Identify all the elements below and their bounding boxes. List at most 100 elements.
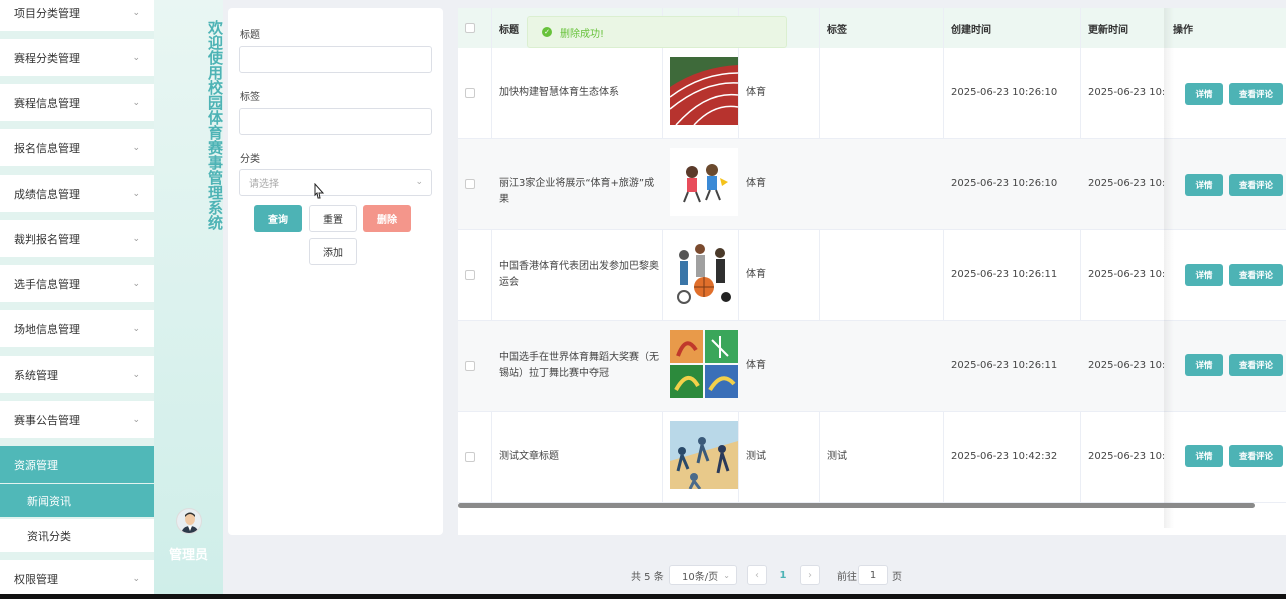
detail-button[interactable]: 详情 [1185,264,1223,286]
goto-page-input[interactable]: 1 [858,565,888,585]
view-comments-button[interactable]: 查看评论 [1229,354,1283,376]
row-checkbox[interactable] [465,88,475,98]
goto-label: 前往 [837,571,857,583]
table-row: 测试文章标题 测试 测试 2025-06-23 10:42:32 2025-06… [458,412,1286,503]
row-title: 中国香港体育代表团出发参加巴黎奥运会 [499,261,659,288]
menu-item-project-category[interactable]: 项目分类管理 ⌄ [0,0,154,31]
menu-item-score-info[interactable]: 成绩信息管理 ⌄ [0,175,154,212]
row-created: 2025-06-23 10:26:10 [951,87,1058,98]
title-input[interactable] [239,46,432,73]
row-category: 体育 [746,178,766,189]
chevron-down-icon: ⌄ [132,142,140,153]
chevron-down-icon: ⌄ [132,7,140,18]
row-category: 体育 [746,360,766,371]
menu-item-athlete-info[interactable]: 选手信息管理 ⌄ [0,265,154,302]
detail-button[interactable]: 详情 [1185,354,1223,376]
tag-input[interactable] [239,108,432,135]
row-created: 2025-06-23 10:42:32 [951,451,1058,462]
submenu-item-news-category[interactable]: 资讯分类 [0,519,154,552]
title-label: 标题 [240,30,260,41]
search-panel: 标题 标签 分类 请选择 ⌄ 查询 重置 删除 添加 [228,8,443,535]
success-toast: ✓ 删除成功! [527,16,787,48]
row-checkbox[interactable] [465,452,475,462]
page-unit-label: 页 [892,571,902,583]
delete-button[interactable]: 删除 [363,205,411,232]
table-row: 加快构建智慧体育生态体系 体育 2025-06-23 10:26:10 2025… [458,48,1286,139]
view-comments-button[interactable]: 查看评论 [1229,264,1283,286]
total-count: 共 5 条 [631,571,664,583]
ops-column: 详情 查看评论 详情 查看评论 详情 查看评论 详情 查看评论 详情 查看评论 [1166,48,1286,528]
table-row: 丽江3家企业将展示“体育+旅游”成果 体育 2025-06-23 10:26:1… [458,139,1286,230]
select-all-checkbox[interactable] [465,23,475,33]
row-created: 2025-06-23 10:26:11 [951,360,1058,371]
admin-name: 管理员 [168,548,208,563]
view-comments-button[interactable]: 查看评论 [1229,445,1283,467]
menu-item-schedule-category[interactable]: 赛程分类管理 ⌄ [0,39,154,76]
pagination: 共 5 条 10条/页 ⌄ ‹ 1 › 前往 1 页 [0,565,1286,585]
detail-button[interactable]: 详情 [1185,445,1223,467]
chevron-down-icon: ⌄ [132,97,140,108]
row-title: 加快构建智慧体育生态体系 [499,87,619,98]
table-row: 中国选手在世界体育舞蹈大奖赛（无锡站）拉丁舞比赛中夺冠 体育 2025-06-2… [458,321,1286,412]
menu-item-schedule-info[interactable]: 赛程信息管理 ⌄ [0,84,154,121]
row-updated: 2025-06-23 10:30: [1088,87,1164,98]
row-checkbox[interactable] [465,361,475,371]
reset-button[interactable]: 重置 [309,205,357,232]
row-checkbox[interactable] [465,179,475,189]
row-thumbnail [670,421,738,489]
row-title: 丽江3家企业将展示“体育+旅游”成果 [499,178,655,205]
row-category: 测试 [746,451,766,462]
row-updated: 2025-06-23 10:26: [1088,360,1164,371]
chevron-down-icon: ⌄ [723,570,730,580]
row-created: 2025-06-23 10:26:10 [951,178,1058,189]
row-title: 中国选手在世界体育舞蹈大奖赛（无锡站）拉丁舞比赛中夺冠 [499,352,659,379]
page-size-select[interactable]: 10条/页 ⌄ [669,565,737,585]
menu-item-label: 赛程分类管理 [14,51,80,65]
welcome-title: 欢迎使用校园体育赛事管理系统 [206,20,224,230]
chevron-down-icon: ⌄ [132,233,140,244]
row-tag: 测试 [827,451,847,462]
column-tag: 标签 [827,24,847,36]
row-updated: 2025-06-23 10:26: [1088,269,1164,280]
menu-item-label: 场地信息管理 [14,322,80,336]
menu-item-system[interactable]: 系统管理 ⌄ [0,356,154,393]
chevron-down-icon: ⌄ [132,278,140,289]
page-size-value: 10条/页 [682,571,719,583]
menu-item-signup-info[interactable]: 报名信息管理 ⌄ [0,129,154,166]
row-checkbox[interactable] [465,270,475,280]
menu-item-venue-info[interactable]: 场地信息管理 ⌄ [0,310,154,347]
chevron-down-icon: ⌄ [132,52,140,63]
tag-label: 标签 [240,92,260,103]
avatar[interactable] [176,508,202,534]
menu-item-resources[interactable]: 资源管理 [0,446,154,483]
row-title: 测试文章标题 [499,451,559,462]
prev-page-button[interactable]: ‹ [747,565,767,585]
row-updated: 2025-06-23 10:26: [1088,178,1164,189]
chevron-down-icon: ⌄ [132,369,140,380]
view-comments-button[interactable]: 查看评论 [1229,83,1283,105]
menu-item-announcement[interactable]: 赛事公告管理 ⌄ [0,401,154,438]
welcome-panel: 欢迎使用校园体育赛事管理系统 [154,0,224,594]
menu-item-referee-signup[interactable]: 裁判报名管理 ⌄ [0,220,154,257]
page-number-current[interactable]: 1 [773,565,793,585]
row-thumbnail [670,148,738,216]
chevron-down-icon: ⌄ [132,414,140,425]
detail-button[interactable]: 详情 [1185,83,1223,105]
submenu-item-label: 资讯分类 [27,529,71,543]
menu-item-label: 系统管理 [14,368,58,382]
horizontal-scrollbar[interactable] [458,503,1255,508]
submenu-item-news[interactable]: 新闻资讯 [0,484,154,517]
row-category: 体育 [746,87,766,98]
category-select[interactable]: 请选择 ⌄ [239,169,432,196]
row-created: 2025-06-23 10:26:11 [951,269,1058,280]
menu-item-label: 项目分类管理 [14,6,80,20]
query-button[interactable]: 查询 [254,205,302,232]
sidebar-menu: 项目分类管理 ⌄ 赛程分类管理 ⌄ 赛程信息管理 ⌄ 报名信息管理 ⌄ 成绩信息管理 ⌄ … [0,0,154,594]
view-comments-button[interactable]: 查看评论 [1229,174,1283,196]
add-button[interactable]: 添加 [309,238,357,265]
column-title: 标题 [499,24,519,36]
detail-button[interactable]: 详情 [1185,174,1223,196]
toast-message: 删除成功! [560,28,605,40]
category-label: 分类 [240,154,260,165]
next-page-button[interactable]: › [800,565,820,585]
